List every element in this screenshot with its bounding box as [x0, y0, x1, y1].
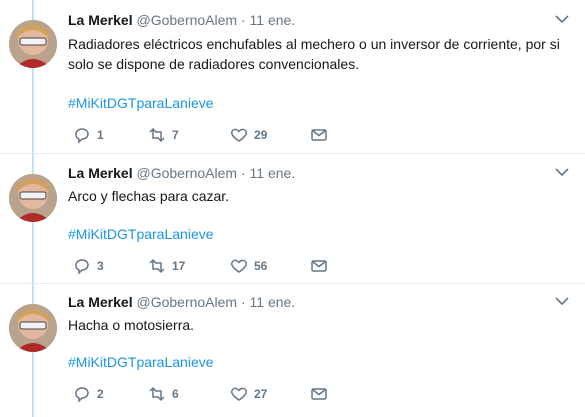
- like-button[interactable]: 27: [230, 385, 267, 403]
- avatar[interactable]: [9, 174, 57, 222]
- separator: ·: [240, 12, 246, 28]
- direct-message-button[interactable]: [310, 126, 328, 144]
- tweet-text: Hacha o motosierra.: [68, 317, 195, 333]
- like-count: 29: [254, 128, 268, 142]
- hashtag-link[interactable]: #MiKitDGTparaLanieve: [68, 226, 214, 242]
- chevron-down-icon[interactable]: [555, 167, 569, 177]
- chevron-down-icon[interactable]: [555, 14, 569, 24]
- separator: ·: [240, 294, 246, 310]
- hashtag-link[interactable]: #MiKitDGTparaLanieve: [68, 95, 214, 111]
- author-handle[interactable]: @GobernoAlem: [136, 165, 237, 181]
- tweet-text: Radiadores eléctricos enchufables al mec…: [68, 36, 560, 72]
- reply-icon: [75, 259, 89, 275]
- author-handle[interactable]: @GobernoAlem: [136, 12, 237, 28]
- author-handle[interactable]: @GobernoAlem: [136, 294, 237, 310]
- timestamp[interactable]: 11 ene.: [250, 165, 296, 181]
- avatar[interactable]: [9, 304, 57, 352]
- reply-count: 2: [97, 387, 104, 401]
- message-icon: [311, 260, 327, 272]
- direct-message-button[interactable]: [310, 385, 328, 403]
- timestamp[interactable]: 11 ene.: [250, 294, 296, 310]
- tweet-text: Arco y flechas para cazar.: [68, 188, 230, 204]
- reply-count: 3: [97, 259, 104, 273]
- chevron-down-icon[interactable]: [555, 296, 569, 306]
- retweet-icon: [149, 386, 165, 402]
- retweet-icon: [149, 127, 165, 143]
- like-icon: [231, 259, 247, 273]
- tweet[interactable]: La Merkel @GobernoAlem · 11 ene. Arco y …: [0, 153, 585, 286]
- tweet[interactable]: La Merkel @GobernoAlem · 11 ene. Radiado…: [0, 0, 585, 144]
- retweet-count: 7: [172, 128, 179, 142]
- like-button[interactable]: 56: [230, 257, 267, 275]
- retweet-button[interactable]: 17: [148, 257, 185, 275]
- like-icon: [231, 387, 247, 401]
- retweet-button[interactable]: 7: [148, 126, 179, 144]
- reply-icon: [75, 387, 89, 403]
- direct-message-button[interactable]: [310, 257, 328, 275]
- retweet-count: 17: [172, 259, 186, 273]
- author-name[interactable]: La Merkel: [68, 165, 133, 181]
- reply-button[interactable]: 3: [73, 257, 104, 275]
- reply-button[interactable]: 1: [73, 126, 104, 144]
- avatar[interactable]: [9, 20, 57, 68]
- like-button[interactable]: 29: [230, 126, 267, 144]
- tweet[interactable]: La Merkel @GobernoAlem · 11 ene. Hacha o…: [0, 283, 585, 416]
- hashtag-link[interactable]: #MiKitDGTparaLanieve: [68, 354, 214, 370]
- message-icon: [311, 388, 327, 400]
- like-count: 56: [254, 259, 268, 273]
- retweet-count: 6: [172, 387, 179, 401]
- reply-count: 1: [97, 128, 104, 142]
- separator: ·: [240, 165, 246, 181]
- author-name[interactable]: La Merkel: [68, 12, 133, 28]
- message-icon: [311, 129, 327, 141]
- like-count: 27: [254, 387, 268, 401]
- author-name[interactable]: La Merkel: [68, 294, 133, 310]
- reply-button[interactable]: 2: [73, 385, 104, 403]
- retweet-button[interactable]: 6: [148, 385, 179, 403]
- retweet-icon: [149, 258, 165, 274]
- reply-icon: [75, 128, 89, 144]
- like-icon: [231, 128, 247, 142]
- timestamp[interactable]: 11 ene.: [250, 12, 296, 28]
